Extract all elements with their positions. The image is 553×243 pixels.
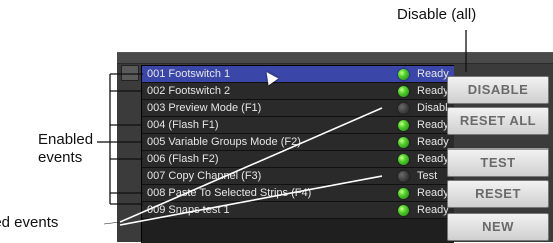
callout-enabled-events: Enabled events (38, 131, 93, 167)
event-list: 001 Footswitch 1 Ready 002 Footswitch 2 … (141, 65, 454, 243)
disable-button[interactable]: DISABLE (447, 76, 549, 104)
enabled-indicator-icon (398, 86, 409, 97)
list-scroll-handle[interactable] (121, 65, 139, 81)
test-button[interactable]: TEST (447, 148, 549, 177)
event-row[interactable]: 003 Preview Mode (F1) Disabl (142, 100, 454, 117)
panel-top-strip (117, 53, 553, 64)
enabled-indicator-icon (398, 137, 409, 148)
enabled-indicator-icon (398, 188, 409, 199)
enabled-indicator-icon (398, 205, 409, 216)
event-row[interactable]: 002 Footswitch 2 Ready (142, 83, 454, 100)
event-row[interactable]: 004 (Flash F1) Ready (142, 117, 454, 134)
event-label: 009 Snaps test 1 (147, 204, 230, 216)
disabled-indicator-icon (398, 171, 409, 182)
callout-enabled-line2: events (38, 149, 83, 166)
callout-disable-all: Disable (all) (397, 6, 477, 23)
event-label: 002 Footswitch 2 (147, 85, 231, 97)
event-label: 006 (Flash F2) (147, 153, 219, 165)
events-panel: 001 Footswitch 1 Ready 002 Footswitch 2 … (117, 52, 553, 243)
reset-all-button[interactable]: RESET ALL (447, 107, 549, 135)
event-row[interactable]: 009 Snaps test 1 Ready (142, 202, 454, 219)
reset-button[interactable]: RESET (447, 180, 549, 208)
callout-disabled-events: led events (0, 214, 59, 231)
event-row[interactable]: 005 Variable Groups Mode (F2) Ready (142, 134, 454, 151)
event-row[interactable]: 007 Copy Channel (F3) Test (142, 168, 454, 185)
event-label: 001 Footswitch 1 (147, 68, 231, 80)
enabled-indicator-icon (398, 69, 409, 80)
new-button[interactable]: NEW (447, 213, 549, 241)
disabled-indicator-icon (398, 103, 409, 114)
event-label: 005 Variable Groups Mode (F2) (147, 136, 301, 148)
event-label: 003 Preview Mode (F1) (147, 102, 262, 114)
event-label: 007 Copy Channel (F3) (147, 170, 262, 182)
callout-enabled-line1: Enabled (38, 131, 94, 148)
event-label: 008 Paste To Selected Strips (F4) (147, 187, 312, 199)
event-label: 004 (Flash F1) (147, 119, 219, 131)
event-row[interactable]: 006 (Flash F2) Ready (142, 151, 454, 168)
event-row[interactable]: 001 Footswitch 1 Ready (142, 66, 454, 83)
enabled-indicator-icon (398, 120, 409, 131)
event-row[interactable]: 008 Paste To Selected Strips (F4) Ready (142, 185, 454, 202)
enabled-indicator-icon (398, 154, 409, 165)
